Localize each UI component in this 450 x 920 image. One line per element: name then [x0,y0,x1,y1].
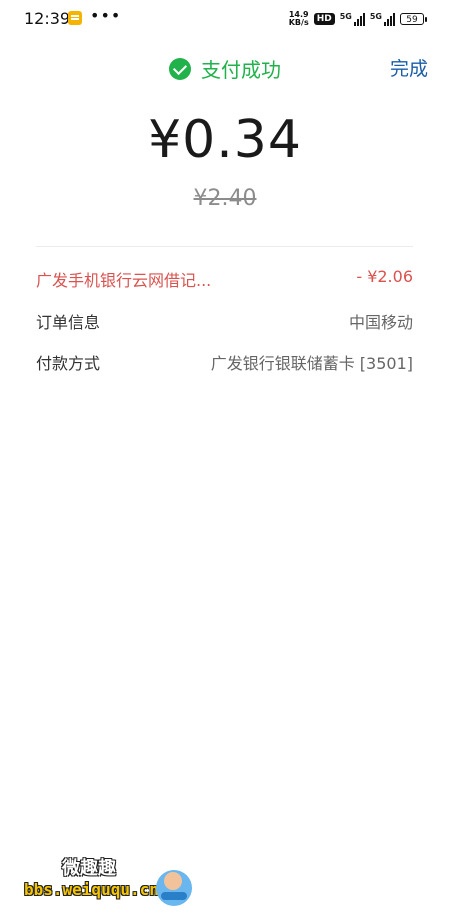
signal-5g-icon-2: 5G [370,12,395,26]
more-notifications-icon: ••• [90,6,122,25]
signal-label: 5G [339,12,352,21]
original-amount: ¥2.40 [193,186,257,211]
payment-status-text: 支付成功 [201,58,281,82]
done-button[interactable]: 完成 [390,54,428,81]
watermark-title: 微趣趣 [62,858,116,879]
status-bar: 12:39 ••• 14.9 KB/s HD 5G 5G 59 [0,0,450,36]
watermark-mascot-icon [156,870,192,906]
check-circle-icon [169,57,191,80]
hd-voice-icon: HD [313,13,335,25]
discount-label: 广发手机银行云网借记... [36,271,212,290]
notes-app-icon [68,11,82,25]
order-info-label: 订单信息 [36,313,101,332]
network-speed: 14.9 KB/s [289,11,309,27]
payment-method-value: 广发银行银联储蓄卡 [3501] [210,354,413,373]
order-info-value: 中国移动 [348,313,413,332]
status-time: 12:39 [24,9,71,28]
detail-row-payment-method: 付款方式 广发银行银联储蓄卡 [3501] [36,350,413,374]
discount-value: - ¥2.06 [356,267,413,286]
signal-5g-icon: 5G [340,12,365,26]
divider [36,246,413,247]
battery-icon: 59 [400,13,427,25]
payment-method-label: 付款方式 [36,354,101,373]
detail-row-discount: 广发手机银行云网借记... - ¥2.06 [36,267,413,291]
watermark-url: bbs.weiququ.cn [24,880,159,899]
payment-success-header: 支付成功 [169,54,281,83]
paid-amount: ¥0.34 [148,110,302,170]
signal-label-2: 5G [369,12,382,21]
detail-row-order: 订单信息 中国移动 [36,309,413,333]
watermark: 微趣趣 bbs.weiququ.cn [20,852,200,912]
status-indicators: 14.9 KB/s HD 5G 5G 59 [289,10,427,28]
network-speed-unit: KB/s [288,18,309,27]
